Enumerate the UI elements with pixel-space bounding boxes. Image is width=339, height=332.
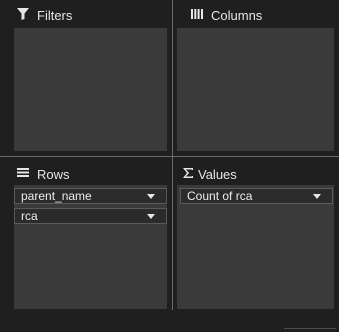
columns-drop-area[interactable] <box>177 28 334 151</box>
rows-title: Rows <box>37 167 70 182</box>
resize-edge <box>284 328 336 332</box>
columns-title: Columns <box>211 8 263 23</box>
rows-field-parent-name[interactable]: parent_name <box>14 188 167 204</box>
values-zone: Values <box>174 159 339 332</box>
values-title: Values <box>198 167 237 182</box>
filters-drop-area[interactable] <box>14 28 167 151</box>
vertical-divider[interactable] <box>172 0 173 310</box>
field-label: parent_name <box>21 189 92 203</box>
field-label: Count of rca <box>187 189 253 203</box>
filters-title: Filters <box>37 8 73 23</box>
chevron-down-icon[interactable] <box>147 194 155 199</box>
columns-icon <box>191 9 203 19</box>
filter-icon <box>17 8 29 20</box>
columns-header: Columns <box>174 0 339 26</box>
chevron-down-icon[interactable] <box>313 194 321 199</box>
chevron-down-icon[interactable] <box>147 214 155 219</box>
horizontal-divider[interactable] <box>0 156 339 157</box>
rows-header: Rows <box>0 159 172 185</box>
filters-zone: Filters <box>0 0 172 156</box>
sigma-icon <box>183 168 193 178</box>
values-field-count-of-rca[interactable]: Count of rca <box>180 188 333 204</box>
rows-field-rca[interactable]: rca <box>14 208 167 224</box>
rows-icon <box>17 168 29 177</box>
rows-zone: Rows <box>0 159 172 332</box>
field-label: rca <box>21 209 38 223</box>
values-header: Values <box>174 159 339 185</box>
columns-zone: Columns <box>174 0 339 156</box>
filters-header: Filters <box>0 0 172 26</box>
